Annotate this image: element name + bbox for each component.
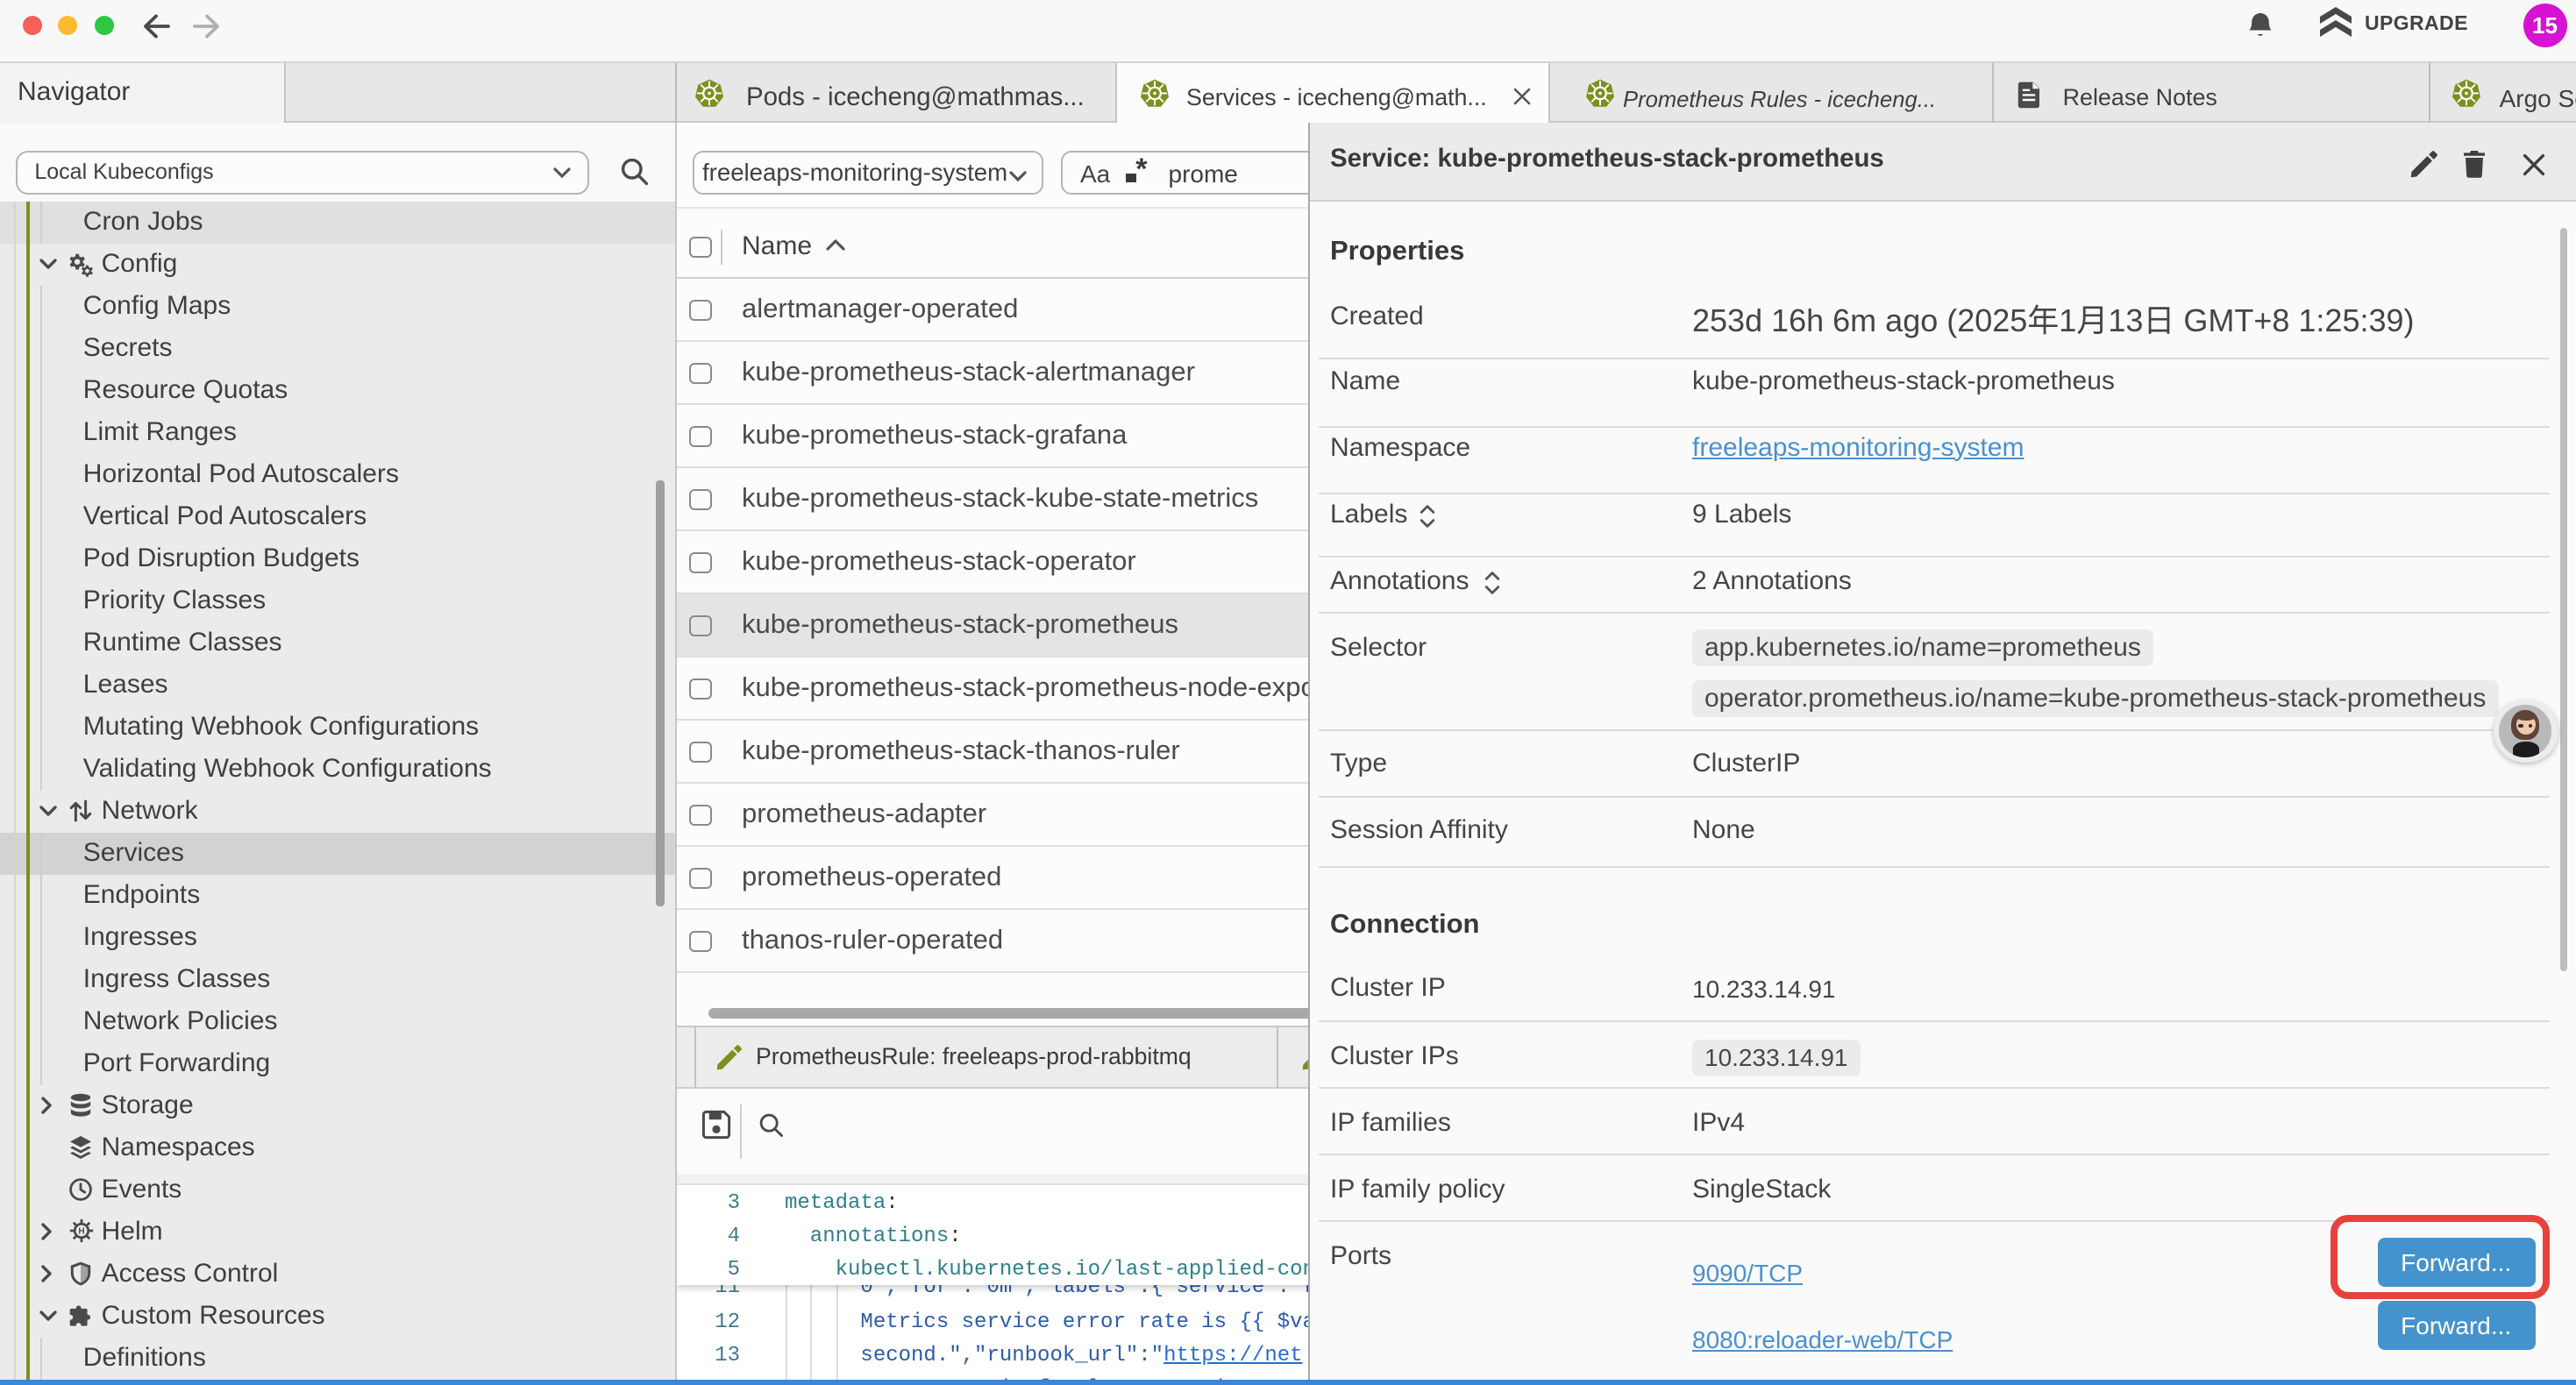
svg-text:H: H bbox=[77, 1227, 83, 1237]
